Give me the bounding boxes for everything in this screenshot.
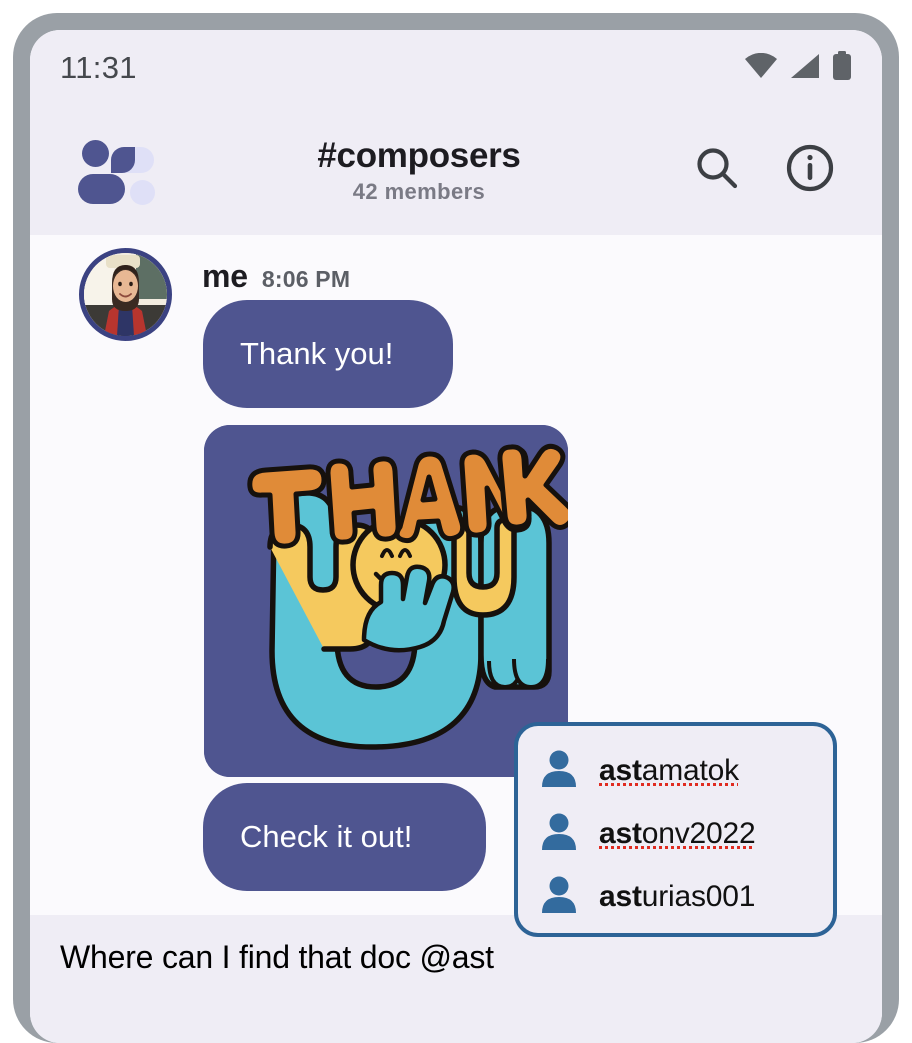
phone-frame: 11:31 #composers 42 members me 8:06 PM T… [13, 13, 899, 1043]
header-actions [694, 144, 834, 197]
message-bubble-sticker[interactable] [204, 425, 568, 777]
logo-shape-leaf-dark [111, 146, 135, 173]
mention-option[interactable]: asturias001 [518, 865, 833, 928]
chat-header: #composers 42 members [30, 106, 882, 235]
person-icon [540, 749, 578, 792]
message-list[interactable]: me 8:06 PM Thank you! Check it out! asta… [30, 235, 882, 937]
message-bubble-text[interactable]: Thank you! [203, 300, 453, 408]
mention-option[interactable]: astonv2022 [518, 802, 833, 865]
mention-option[interactable]: astamatok [518, 739, 833, 802]
wifi-icon [744, 52, 778, 84]
message-bubble-text[interactable]: Check it out! [203, 783, 486, 891]
avatar[interactable] [79, 248, 172, 341]
info-icon[interactable] [786, 144, 834, 197]
app-logo-icon[interactable] [78, 137, 155, 205]
logo-shape-circle-light [130, 179, 155, 205]
logo-shape-rect-dark [78, 173, 125, 204]
person-icon [540, 812, 578, 855]
mention-option-label: astamatok [599, 753, 739, 787]
battery-icon [832, 50, 852, 86]
status-bar: 11:31 [30, 30, 882, 106]
status-bar-clock: 11:31 [60, 50, 137, 85]
mention-option-label: asturias001 [599, 879, 756, 913]
search-icon[interactable] [694, 145, 740, 196]
message-timestamp: 8:06 PM [261, 266, 351, 292]
sender-name: me [202, 258, 248, 294]
mention-autocomplete-dropdown[interactable]: astamatok astonv2022 asturias001 [514, 722, 837, 937]
mention-option-label: astonv2022 [599, 816, 756, 850]
page-title: #composers [317, 135, 521, 175]
status-bar-icons [744, 50, 852, 86]
cellular-signal-icon [790, 53, 820, 84]
member-count-label: 42 members [352, 179, 486, 205]
header-title-block[interactable]: #composers 42 members [144, 136, 694, 205]
message-meta: me 8:06 PM [202, 258, 350, 295]
person-icon [540, 875, 578, 918]
message-input[interactable]: Where can I find that doc @ast [60, 939, 494, 976]
logo-shape-circle-dark [82, 139, 109, 167]
phone-screen: 11:31 #composers 42 members me 8:06 PM T… [30, 30, 882, 1043]
